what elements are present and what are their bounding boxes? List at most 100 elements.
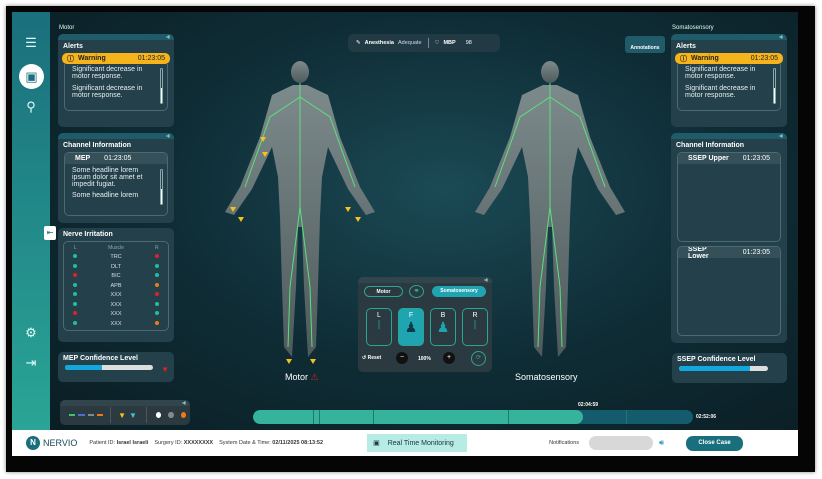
motor-figure-label: Motor ⚠: [285, 372, 319, 383]
legend-panel: ◂▮ ▼ ▼: [60, 400, 190, 425]
alert-message: Significant decrease in motor response.: [685, 85, 756, 99]
view-button-l[interactable]: L ❘: [366, 308, 392, 346]
ssep-upper-time: 01:23:05: [742, 155, 770, 162]
scrollbar[interactable]: [160, 68, 163, 104]
zoom-out-icon[interactable]: −: [396, 352, 408, 364]
zoom-level: 100%: [418, 356, 431, 362]
mbp-value: 98: [465, 40, 472, 46]
real-time-monitoring-tab[interactable]: ▣ Real Time Monitoring: [367, 434, 468, 452]
muscle-name: DLT: [111, 263, 121, 270]
footer: N NERVIO Patient ID: Israel Israeli Surg…: [12, 430, 798, 456]
search-analysis-icon[interactable]: ⚲: [22, 98, 40, 116]
body-silhouette-icon: ❘: [375, 319, 383, 329]
somatosensory-body-figure[interactable]: [475, 61, 625, 357]
alert-messages: Significant decrease in motor response. …: [677, 64, 781, 111]
somatosensory-figure-label: Somatosensory: [515, 372, 578, 382]
nerve-row: BIC: [67, 272, 165, 282]
channel-title: Channel Information: [676, 142, 745, 149]
col-header: Muscle: [108, 244, 124, 251]
motor-body-figure[interactable]: [225, 61, 375, 364]
alerts-title: Alerts: [63, 43, 83, 50]
right-status-dot: [154, 311, 159, 316]
timeline-scrubber[interactable]: [253, 410, 693, 424]
warning-badge: ⓘ Warning 01:23:05: [675, 53, 783, 64]
somato-alerts-panel: ◂▮ Alerts ⓘ Warning 01:23:05 Significant d…: [671, 34, 787, 127]
legend-triangle-icon: ▼: [118, 410, 126, 420]
collapse-icon[interactable]: ⇤: [44, 226, 56, 240]
ssep-confidence-panel: SSEP Confidence Level: [672, 353, 787, 383]
confidence-bar: [65, 365, 153, 370]
nerve-row: XXX: [67, 319, 165, 329]
view-button-r[interactable]: R ❘: [462, 308, 488, 346]
warning-icon: ⓘ: [67, 55, 74, 63]
left-status-dot: [73, 311, 78, 316]
somatosensory-section-label: Somatosensory: [672, 25, 714, 31]
channel-title: Channel Information: [63, 142, 132, 149]
alerts-title: Alerts: [676, 43, 696, 50]
view-label: F: [408, 312, 414, 319]
logout-icon[interactable]: ⇥: [22, 354, 40, 372]
speaker-icon[interactable]: 🔊︎: [659, 438, 664, 448]
warning-label: Warning: [78, 55, 106, 62]
brand-name: NERVIO: [43, 438, 78, 448]
menu-icon[interactable]: ☰: [22, 34, 40, 52]
warning-time: 01:23:05: [137, 55, 165, 62]
left-status-dot: [73, 273, 78, 278]
annotations-button[interactable]: Annotations: [625, 36, 665, 53]
somatosensory-toggle[interactable]: Somatosensory: [432, 286, 486, 297]
right-status-dot: [154, 320, 159, 325]
col-header: R: [154, 244, 159, 251]
warning-time: 01:23:05: [750, 55, 778, 62]
confidence-bar: [679, 366, 768, 371]
notifications-label: Notifications: [549, 440, 580, 446]
anesthesia-value: Adequate: [397, 40, 422, 46]
close-case-button[interactable]: Close Case: [686, 435, 744, 451]
muscle-name: APB: [110, 282, 122, 289]
motor-toggle[interactable]: Motor: [364, 286, 403, 297]
legend-line: [78, 414, 85, 416]
nerve-row: DLT: [67, 262, 165, 272]
warning-label: Warning: [691, 55, 719, 62]
channel-text: Some headline lorem ipsum dolor sit amet…: [72, 167, 143, 188]
somato-channel-panel: ◂▮ Channel Information SSEP Upper 01:23:0…: [671, 133, 787, 343]
left-status-dot: [73, 254, 78, 259]
patient-id: Israel Israeli: [116, 440, 149, 446]
monitor-icon: ▣: [373, 440, 380, 447]
right-status-dot: [154, 292, 159, 297]
nervio-logo-icon: N: [26, 436, 40, 450]
zoom-in-icon[interactable]: +: [443, 352, 455, 364]
filter-icon[interactable]: ▼: [161, 365, 169, 374]
monitor-icon[interactable]: ▣: [19, 64, 44, 89]
body-silhouette-icon: ♟: [404, 319, 418, 335]
motor-channel-panel: ◂▮ Channel Information MEP 01:23:05 Some …: [58, 133, 174, 223]
legend-line: [96, 414, 104, 416]
alert-messages: Significant decrease in motor response. …: [64, 64, 168, 111]
left-status-dot: [73, 292, 78, 297]
alert-message: Significant decrease in motor response.: [685, 66, 756, 80]
alert-message: Significant decrease in motor response.: [72, 66, 143, 80]
view-button-b[interactable]: B ♟: [430, 308, 456, 346]
view-label: R: [472, 312, 478, 319]
left-status-dot: [73, 301, 78, 306]
user-settings-icon[interactable]: ⚙: [22, 324, 40, 342]
legend: ▼ ▼: [60, 406, 190, 424]
confidence-title: MEP Confidence Level: [63, 355, 138, 362]
view-button-f[interactable]: F ♟: [398, 308, 424, 346]
link-icon[interactable]: ⚭: [409, 285, 424, 298]
nerve-row: TRC: [67, 253, 165, 263]
datetime-label: System Date & Time:: [219, 440, 271, 446]
timeline-current: 02:04:59: [578, 402, 599, 408]
notifications-field[interactable]: [589, 436, 654, 450]
reset-button[interactable]: ↺ Reset: [362, 355, 381, 361]
scrollbar[interactable]: [773, 68, 776, 104]
rotate-icon[interactable]: ⟳: [471, 351, 486, 366]
nerve-row: XXX: [67, 291, 165, 301]
ssep-lower-label: SSEP Lower: [688, 246, 709, 260]
syringe-icon: ✎: [356, 40, 361, 46]
datetime-value: 02/11/2025 08:13:52: [272, 440, 324, 446]
motor-alerts-panel: ◂▮ Alerts ⓘ Warning 01:23:05 Significant d…: [58, 34, 174, 127]
scrollbar[interactable]: [160, 169, 163, 205]
confidence-title: SSEP Confidence Level: [677, 356, 756, 363]
right-status-dot: [154, 282, 159, 287]
right-status-dot: [154, 254, 159, 259]
